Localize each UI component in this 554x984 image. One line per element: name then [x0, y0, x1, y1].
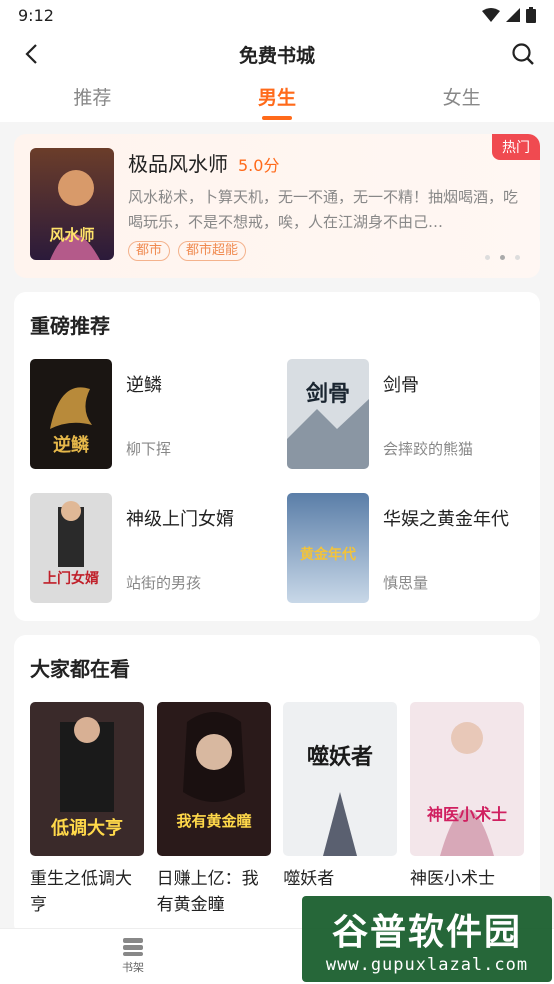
book-cover[interactable]: 黄金年代 [287, 493, 369, 603]
search-button[interactable] [510, 41, 536, 67]
wifi-icon [482, 8, 500, 22]
signal-icon [506, 8, 520, 22]
status-time: 9:12 [18, 5, 54, 25]
page-title: 免费书城 [238, 44, 315, 67]
watermark-url: www.gupuxlazal.com [325, 955, 529, 975]
top-app-bar: 免费书城 [0, 30, 554, 78]
book-item[interactable]: 上门女婿 神级上门女婿 站街的男孩 [30, 493, 267, 603]
book-score: 5.0分 [238, 156, 280, 175]
book-item[interactable]: 逆鳞 逆鳞 柳下挥 [30, 359, 267, 469]
tab-male[interactable]: 男生 [258, 83, 296, 118]
book-author: 站街的男孩 [126, 574, 202, 592]
book-item[interactable]: 我有黄金瞳 日赚上亿：我有黄金瞳 [156, 702, 271, 918]
book-title: 华娱之黄金年代 [383, 509, 509, 530]
book-author: 会摔跤的熊猫 [383, 440, 474, 458]
book-author: 慎思量 [383, 574, 429, 592]
carousel-indicator [485, 255, 520, 260]
book-cover[interactable]: 风水师 [30, 148, 114, 260]
cover-title: 低调大亨 [50, 817, 123, 839]
section-title: 大家都在看 [30, 657, 130, 681]
tab-female[interactable]: 女生 [443, 83, 481, 118]
book-item[interactable]: 神医小术士 神医小术士 [409, 702, 524, 918]
nav-label: 书架 [122, 961, 144, 974]
cover-title: 我有黄金瞳 [176, 812, 251, 830]
watermark-text: 谷普软件园 [331, 912, 522, 953]
gender-tabs: 推荐 男生 女生 [0, 78, 554, 122]
featured-section: 重磅推荐 逆鳞 逆鳞 柳下挥 剑骨 剑骨 会摔跤的熊猫 上门女婿 神级上门女婿 … [14, 292, 540, 621]
banner-info: 极品风水师 5.0分 风水秘术，卜算天机，无一不通，无一不精！抽烟喝酒，吃喝玩乐… [128, 148, 524, 264]
cover-title: 上门女婿 [43, 570, 100, 587]
book-author: 柳下挥 [126, 440, 172, 458]
book-item[interactable]: 剑骨 剑骨 会摔跤的熊猫 [287, 359, 524, 469]
book-description: 风水秘术，卜算天机，无一不通，无一不精！抽烟喝酒，吃喝玩乐，不是不想戒，唉，人在… [128, 188, 519, 231]
section-title: 重磅推荐 [30, 314, 110, 338]
book-cover[interactable]: 剑骨 [287, 359, 369, 469]
nav-item-shelf[interactable]: 书架 [122, 937, 144, 975]
book-item[interactable]: 噬妖者 噬妖者 [283, 702, 398, 918]
cover-title: 神医小术士 [427, 805, 507, 824]
book-cover[interactable]: 上门女婿 [30, 493, 112, 603]
main-content: 热门 风水师 极品风水师 5.0分 风水秘术，卜算天机，无一不通，无一不精！抽烟… [0, 122, 554, 946]
site-watermark: 谷普软件园 www.gupuxlazal.com [302, 896, 552, 982]
book-title: 噬妖者 [283, 869, 335, 889]
chevron-left-icon [25, 44, 37, 64]
book-title: 剑骨 [383, 375, 419, 396]
tag-chip[interactable]: 都市超能 [178, 241, 247, 261]
book-item[interactable]: 黄金年代 华娱之黄金年代 慎思量 [287, 493, 524, 603]
back-button[interactable] [18, 41, 44, 67]
book-title: 日赚上亿：我有黄金瞳 [156, 869, 259, 915]
book-cover[interactable]: 神医小术士 [409, 702, 524, 856]
cover-title: 噬妖者 [307, 744, 373, 770]
cover-title: 剑骨 [305, 381, 350, 407]
tab-recommend[interactable]: 推荐 [73, 83, 111, 118]
book-cover[interactable]: 噬妖者 [283, 702, 398, 856]
hot-book-banner[interactable]: 热门 风水师 极品风水师 5.0分 风水秘术，卜算天机，无一不通，无一不精！抽烟… [14, 134, 540, 278]
book-cover[interactable]: 低调大亨 [30, 702, 144, 856]
book-title: 重生之低调大亨 [30, 869, 132, 915]
tag-chip[interactable]: 都市 [128, 241, 171, 261]
cover-title: 逆鳞 [53, 434, 90, 456]
hot-badge: 热门 [492, 134, 540, 160]
status-icons [482, 7, 536, 23]
popular-section: 大家都在看 低调大亨 重生之低调大亨 我有黄金瞳 日赚上亿：我有黄金瞳 噬妖者 … [14, 635, 540, 936]
battery-icon [526, 7, 536, 23]
carousel-dot [485, 255, 490, 260]
book-title: 逆鳞 [126, 375, 162, 396]
cover-title: 风水师 [49, 226, 94, 244]
bookshelf-icon [123, 938, 143, 956]
book-title: 神医小术士 [409, 869, 495, 889]
carousel-dot-active [500, 255, 505, 260]
carousel-dot [515, 255, 520, 260]
book-tags: 都市 都市超能 [128, 241, 524, 261]
book-title: 神级上门女婿 [126, 509, 234, 530]
book-item[interactable]: 低调大亨 重生之低调大亨 [30, 702, 144, 918]
book-cover[interactable]: 我有黄金瞳 [156, 702, 271, 856]
book-cover[interactable]: 逆鳞 [30, 359, 112, 469]
book-title: 极品风水师 [128, 152, 228, 176]
search-icon [512, 43, 534, 65]
cover-title: 黄金年代 [300, 546, 356, 563]
status-bar: 9:12 [0, 0, 554, 30]
